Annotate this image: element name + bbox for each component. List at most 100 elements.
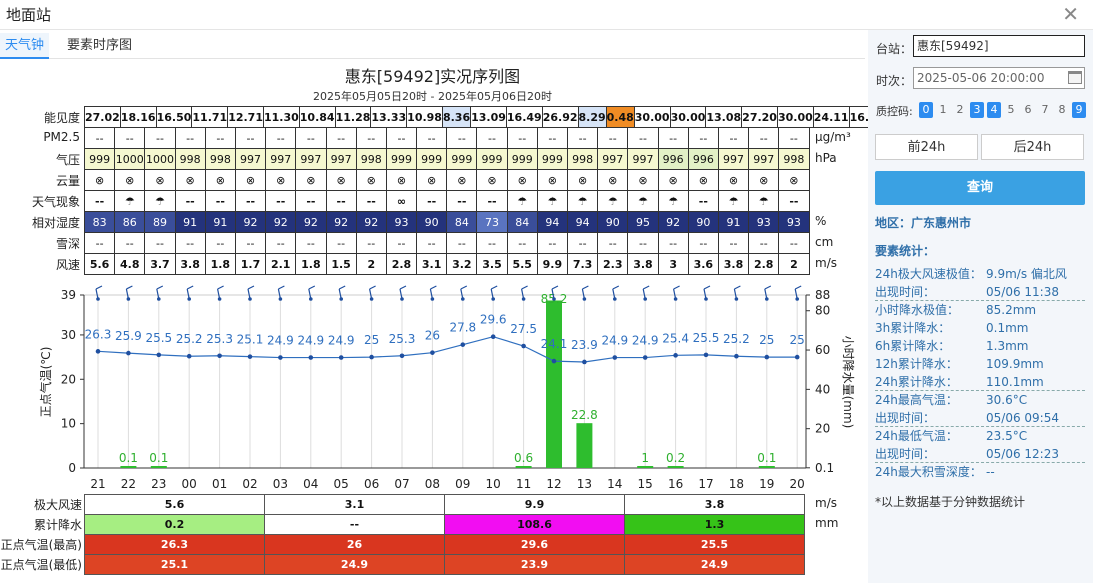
table-cell: -- (446, 190, 478, 212)
wind-barb-icon (309, 297, 313, 301)
time-input[interactable]: 2025-05-06 20:00:00 (913, 67, 1085, 89)
main-panel: 惠东[59492]实况序列图 2025年05月05日20时 - 2025年05月… (0, 60, 914, 583)
table-cell: ⊗ (144, 169, 176, 191)
summary-cell: 0.2 (84, 514, 265, 535)
table-cell: 11.30 (262, 106, 300, 128)
tab-weather-clock[interactable]: 天气钟 (0, 33, 50, 59)
wind-barb-icon (308, 285, 316, 290)
x-tick-label: 13 (577, 477, 592, 491)
table-cell: -- (204, 190, 236, 212)
table-cell: 1.5 (325, 253, 357, 275)
table-cell: 999 (446, 148, 478, 170)
table-cell: 3.6 (687, 253, 719, 275)
element-row: 83 86 89 91 91 92 92 92 92 92 93 90 84 73 84 94 94 90 95 92… (83, 211, 810, 233)
table-cell: -- (385, 232, 418, 254)
table-cell: 1000 (114, 148, 146, 170)
element-row: 999 1000 1000 998 998 997 997 997 997 998 999 999 99… (83, 148, 810, 170)
stat-item: 小时降水极值： 85.2mm (875, 302, 1085, 319)
table-cell: -- (748, 232, 780, 254)
stat-value: 30.6°C (986, 393, 1028, 407)
x-tick-label: 02 (242, 477, 257, 491)
tab-element-timeseries[interactable]: 要素时序图 (62, 33, 137, 59)
table-cell: 5.5 (506, 253, 538, 275)
qc-code-toggle[interactable]: 2 (953, 102, 967, 118)
x-tick-label: 07 (394, 477, 409, 491)
qc-code-toggle[interactable]: 4 (987, 102, 1001, 118)
x-tick-label: 05 (334, 477, 349, 491)
qc-code-toggle[interactable]: 9 (1072, 102, 1086, 118)
qc-code-toggle[interactable]: 5 (1004, 102, 1018, 118)
stat-item: 6h累计降水： 1.3mm (875, 338, 1085, 355)
table-cell: ⊗ (687, 169, 719, 191)
qc-code-toggle[interactable]: 6 (1021, 102, 1035, 118)
qc-code-toggle[interactable]: 8 (1055, 102, 1069, 118)
y-tick-label-left: 20 (61, 372, 76, 386)
y-tick-label-right: 20 (815, 422, 830, 436)
wind-barb-icon (338, 285, 346, 290)
wind-barb-icon (613, 297, 617, 301)
row-unit: hPa (815, 151, 837, 165)
table-cell: 84 (446, 211, 478, 233)
stat-value: 05/06 11:38 (986, 285, 1059, 299)
table-cell: 999 (416, 148, 448, 170)
prev-24h-button[interactable]: 前24h (875, 134, 978, 160)
qc-code-toggle[interactable]: 7 (1038, 102, 1052, 118)
wind-barb-icon (491, 297, 496, 301)
wind-barb-icon (369, 297, 374, 301)
table-cell: 997 (597, 148, 629, 170)
temperature-label: 25.9 (115, 329, 142, 343)
footnote: *以上数据基于分钟数据统计 (875, 495, 1026, 509)
calendar-icon[interactable] (1068, 71, 1082, 84)
table-cell: 998 (204, 148, 236, 170)
table-cell: 13.09 (470, 106, 507, 128)
stat-item: 出现时间： 05/06 11:38 (875, 284, 1085, 301)
summary-cell: 29.6 (444, 534, 625, 555)
summary-cell: 24.9 (264, 554, 445, 575)
x-tick-label: 06 (364, 477, 379, 491)
next-24h-button[interactable]: 后24h (981, 134, 1084, 160)
element-row: ⊗ ⊗ ⊗ ⊗ ⊗ ⊗ ⊗ ⊗ ⊗ ⊗ ⊗ ⊗ ⊗ ⊗ ⊗ ⊗ ⊗ ⊗ ⊗ ⊗ ⊗ ⊗ ⊗ ⊗ (83, 169, 810, 191)
y-axis-title-right: 小时降水量(mm) (841, 336, 855, 429)
summary-row-label: 正点气温(最低) (0, 558, 82, 572)
x-tick-label: 21 (90, 477, 105, 491)
temperature-point (673, 353, 678, 358)
table-cell: 997 (265, 148, 297, 170)
table-cell: ☂ (536, 190, 569, 212)
table-cell: ☂ (144, 190, 176, 212)
temperature-label: 25.1 (237, 333, 264, 347)
stat-item: 24h极大风速极值： 9.9m/s 偏北风 (875, 266, 1085, 283)
wind-barb-icon (126, 285, 133, 290)
table-cell: 7.3 (566, 253, 599, 275)
wind-barb-icon (461, 297, 465, 301)
table-cell: ⊗ (83, 169, 116, 191)
time-value: 2025-05-06 20:00:00 (917, 71, 1045, 85)
wind-barb-icon (126, 297, 131, 301)
station-input[interactable]: 惠东[59492] (913, 35, 1085, 57)
table-cell: 84 (506, 211, 538, 233)
table-cell: 92 (325, 211, 357, 233)
qc-code-toggle[interactable]: 1 (936, 102, 950, 118)
x-tick-label: 01 (212, 477, 227, 491)
table-cell: 998 (355, 148, 387, 170)
table-cell: -- (476, 127, 508, 149)
x-tick-label: 00 (182, 477, 197, 491)
summary-cell: 108.6 (444, 514, 625, 535)
qc-code-toggle[interactable]: 3 (970, 102, 984, 118)
summary-cell: -- (264, 514, 445, 535)
stat-key: 出现时间： (875, 285, 936, 299)
table-cell: 3.1 (416, 253, 448, 275)
qc-code-toggle[interactable]: 0 (919, 102, 933, 118)
temperature-label: 29.6 (480, 313, 507, 327)
table-cell: -- (446, 232, 478, 254)
table-cell: -- (355, 232, 387, 254)
summary-cell: 9.9 (444, 494, 625, 515)
precip-label: 0.1 (757, 451, 776, 465)
table-cell: -- (114, 232, 146, 254)
query-button[interactable]: 查询 (875, 171, 1085, 205)
table-cell: -- (295, 190, 327, 212)
temperature-point (338, 355, 344, 360)
table-cell: -- (536, 127, 569, 149)
close-icon[interactable]: ✕ (1062, 2, 1079, 26)
table-cell: 5.6 (83, 253, 116, 275)
x-tick-label: 14 (607, 477, 622, 491)
